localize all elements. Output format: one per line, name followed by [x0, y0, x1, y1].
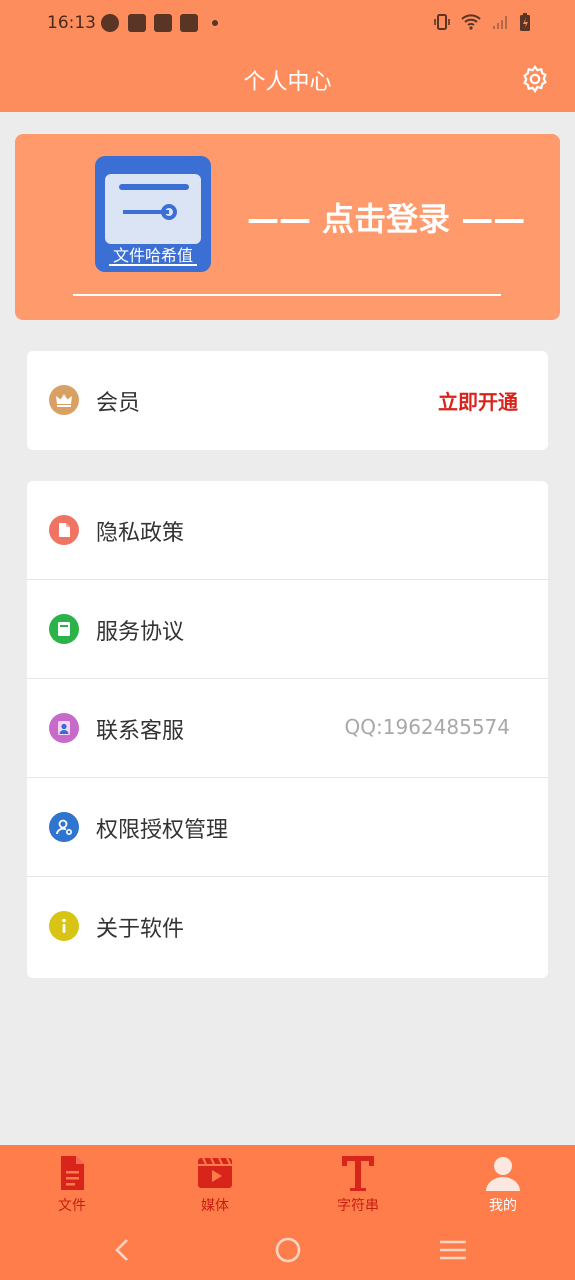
menu-item-label: 服务协议 [96, 620, 185, 645]
login-button[interactable]: —— 点击登录 —— [247, 194, 525, 240]
back-icon[interactable] [102, 1230, 142, 1270]
vip-activate-link[interactable]: 立即开通 [438, 386, 518, 415]
tab-string[interactable]: 字符串 [323, 1153, 393, 1215]
person-gear-icon [49, 812, 79, 842]
tab-label: 我的 [489, 1198, 517, 1214]
vip-label: 会员 [96, 391, 141, 416]
app-logo: 文件哈希值 [95, 156, 211, 272]
tab-label: 文件 [58, 1198, 86, 1214]
vip-card[interactable]: 会员 立即开通 [27, 351, 548, 450]
page-title: 个人中心 [243, 70, 332, 95]
tab-file[interactable]: 文件 [37, 1153, 107, 1215]
shopping-bag-icon [154, 14, 172, 32]
menu-card: 隐私政策 服务协议 联系客服 QQ:1962485574 权限授权管理 关于软件 [27, 481, 548, 978]
tab-label: 媒体 [201, 1198, 229, 1214]
logo-label: 文件哈希值 [112, 246, 193, 265]
menu-item-label: 权限授权管理 [96, 818, 229, 843]
shopping-bag-icon [128, 14, 146, 32]
wifi-icon [461, 13, 481, 35]
menu-item-label: 隐私政策 [96, 521, 185, 546]
user-icon [49, 713, 79, 743]
tab-mine[interactable]: 我的 [468, 1153, 538, 1215]
menu-item-permission-management[interactable]: 权限授权管理 [27, 778, 548, 877]
menu-item-label: 联系客服 [96, 719, 185, 744]
battery-icon [519, 12, 531, 36]
document-icon [49, 515, 79, 545]
status-bar: 16:13 [0, 0, 575, 48]
tab-label: 字符串 [337, 1198, 379, 1214]
tab-media[interactable]: 媒体 [180, 1153, 250, 1215]
settings-gear-icon[interactable] [520, 64, 550, 94]
book-icon [49, 614, 79, 644]
person-icon [483, 1153, 523, 1193]
customer-service-qq: QQ:1962485574 [344, 715, 510, 739]
home-circle-icon[interactable] [268, 1230, 308, 1270]
vip-row[interactable]: 会员 立即开通 [27, 351, 548, 450]
crown-icon [49, 385, 79, 415]
recent-apps-icon[interactable] [433, 1230, 473, 1270]
info-icon [49, 911, 79, 941]
more-notifications-icon [212, 20, 218, 26]
app-notification-icon [101, 14, 119, 32]
text-icon [338, 1153, 378, 1193]
file-icon [52, 1153, 92, 1193]
menu-item-about[interactable]: 关于软件 [27, 877, 548, 976]
shopping-bag-icon [180, 14, 198, 32]
banner-divider [73, 294, 501, 296]
system-navigation-bar [0, 1220, 575, 1280]
header-bar: 16:13 个人中心 [0, 0, 575, 112]
menu-item-privacy-policy[interactable]: 隐私政策 [27, 481, 548, 580]
login-banner[interactable]: 文件哈希值 —— 点击登录 —— [15, 134, 560, 320]
video-icon [195, 1153, 235, 1193]
menu-item-label: 关于软件 [96, 917, 185, 942]
vibrate-icon [433, 13, 451, 35]
menu-item-service-agreement[interactable]: 服务协议 [27, 580, 548, 679]
menu-item-customer-service[interactable]: 联系客服 QQ:1962485574 [27, 679, 548, 778]
status-time: 16:13 [47, 13, 96, 33]
signal-icon [491, 13, 509, 35]
